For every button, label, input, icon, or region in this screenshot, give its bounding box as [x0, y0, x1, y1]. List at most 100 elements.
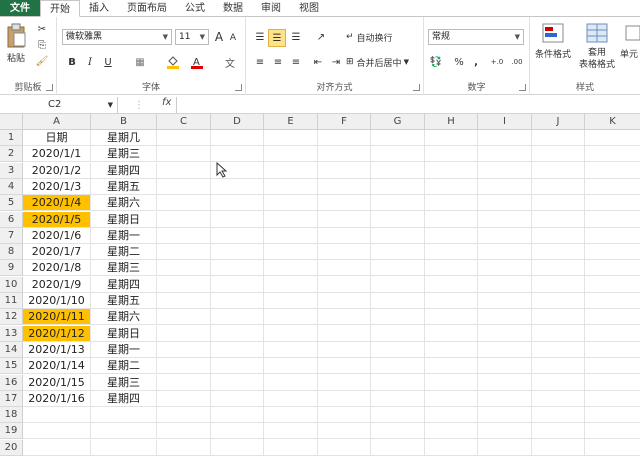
align-top-icon[interactable]: ☰ [252, 29, 268, 45]
cell-weekday[interactable]: 星期二 [91, 244, 157, 261]
column-header-b[interactable]: B [91, 114, 157, 130]
row-header[interactable]: 13 [0, 325, 23, 342]
row-header[interactable]: 11 [0, 293, 23, 309]
font-color-icon[interactable]: A [189, 55, 205, 69]
decrease-indent-icon[interactable]: ⇤ [310, 55, 326, 69]
row-header[interactable]: 20 [0, 439, 23, 456]
copy-icon[interactable]: ⎘ [35, 39, 49, 51]
cell-weekday[interactable]: 星期二 [91, 358, 157, 375]
row-header[interactable]: 2 [0, 146, 23, 163]
row-header[interactable]: 10 [0, 276, 23, 293]
tab-4[interactable]: 公式 [176, 0, 214, 16]
cell-date[interactable]: 2020/1/8 [23, 260, 91, 277]
fill-color-icon[interactable] [165, 55, 181, 69]
cell-date[interactable]: 2020/1/15 [23, 374, 91, 391]
row-header[interactable]: 15 [0, 358, 23, 375]
row-header[interactable]: 5 [0, 195, 23, 212]
alignment-expand-icon[interactable] [413, 84, 420, 91]
cell-weekday[interactable]: 星期三 [91, 146, 157, 163]
font-name-select[interactable]: 微软雅黑 ▼ [62, 29, 172, 45]
tab-7[interactable]: 视图 [290, 0, 328, 16]
row-header[interactable]: 3 [0, 162, 23, 179]
cell-weekday[interactable] [91, 423, 157, 440]
decrease-decimal-button[interactable]: .00 [508, 55, 526, 69]
cell-date[interactable]: 2020/1/11 [23, 309, 91, 326]
column-header-h[interactable]: H [425, 114, 478, 130]
cell-weekday[interactable]: 星期日 [91, 325, 157, 342]
number-expand-icon[interactable] [519, 84, 526, 91]
cell-weekday[interactable]: 星期三 [91, 260, 157, 277]
tab-0[interactable]: 文件 [0, 0, 40, 16]
row-header[interactable]: 16 [0, 374, 23, 391]
number-format-select[interactable]: 常规 ▼ [428, 29, 524, 45]
row-header[interactable]: 9 [0, 260, 23, 277]
cell-weekday[interactable]: 星期日 [91, 211, 157, 228]
orientation-icon[interactable]: ↗ [312, 29, 330, 45]
cell-weekday[interactable]: 星期四 [91, 162, 157, 179]
tab-2[interactable]: 插入 [80, 0, 118, 16]
select-all-corner[interactable] [0, 114, 23, 130]
tab-5[interactable]: 数据 [214, 0, 252, 16]
row-header[interactable]: 18 [0, 407, 23, 424]
formula-input[interactable] [176, 97, 640, 113]
tab-1[interactable]: 开始 [40, 0, 80, 17]
cell-styles-icon[interactable] [624, 21, 640, 45]
column-header-i[interactable]: I [478, 114, 532, 130]
phonetic-icon[interactable]: 文 [221, 55, 239, 70]
align-middle-icon[interactable]: ☰ [268, 29, 286, 47]
format-table-icon[interactable] [582, 21, 612, 45]
currency-icon[interactable]: 💱 [428, 55, 444, 69]
shrink-font-button[interactable]: A [227, 31, 239, 45]
cell-date[interactable]: 2020/1/7 [23, 244, 91, 261]
cut-icon[interactable]: ✂ [35, 23, 49, 35]
cell-styles-button[interactable]: 单元 [620, 47, 640, 60]
font-expand-icon[interactable] [235, 84, 242, 91]
tab-6[interactable]: 审阅 [252, 0, 290, 16]
cell-date[interactable] [23, 423, 91, 440]
cell-date[interactable]: 2020/1/4 [23, 195, 91, 212]
cell-date[interactable]: 2020/1/2 [23, 162, 91, 179]
cell-date[interactable]: 2020/1/16 [23, 390, 91, 407]
cell-date[interactable] [23, 439, 91, 456]
row-header[interactable]: 1 [0, 130, 23, 146]
grow-font-button[interactable]: A [213, 29, 225, 45]
paste-label[interactable]: 粘贴 [3, 51, 29, 64]
cell-weekday[interactable]: 星期三 [91, 374, 157, 391]
increase-indent-icon[interactable]: ⇥ [328, 55, 344, 69]
cell-date[interactable]: 2020/1/13 [23, 341, 91, 358]
cell-weekday[interactable]: 星期五 [91, 293, 157, 309]
align-left-icon[interactable]: ≡ [252, 55, 268, 69]
format-painter-icon[interactable]: 🖌 [35, 55, 49, 67]
cell-weekday[interactable]: 星期六 [91, 195, 157, 212]
cell-date[interactable]: 2020/1/10 [23, 293, 91, 309]
cell-weekday[interactable]: 星期六 [91, 309, 157, 326]
cell-date[interactable]: 2020/1/5 [23, 211, 91, 228]
cell-weekday[interactable]: 星期五 [91, 178, 157, 195]
align-center-icon[interactable]: ≡ [270, 55, 286, 69]
conditional-format-icon[interactable] [538, 21, 568, 45]
name-box[interactable]: C2 ▼ [0, 97, 118, 113]
bold-button[interactable]: B [65, 55, 79, 69]
cell-weekday[interactable]: 星期四 [91, 390, 157, 407]
row-header[interactable]: 8 [0, 244, 23, 261]
cell-date[interactable]: 2020/1/6 [23, 227, 91, 244]
row-header[interactable]: 7 [0, 227, 23, 244]
cell-weekday[interactable] [91, 439, 157, 456]
cell-weekday[interactable]: 星期一 [91, 227, 157, 244]
percent-button[interactable]: % [452, 55, 466, 69]
row-header[interactable]: 17 [0, 390, 23, 407]
column-header-g[interactable]: G [371, 114, 425, 130]
increase-decimal-button[interactable]: +.0 [488, 55, 506, 69]
cell-date[interactable] [23, 407, 91, 424]
column-header-k[interactable]: K [585, 114, 640, 130]
paste-button[interactable] [3, 21, 29, 51]
clipboard-expand-icon[interactable] [46, 84, 53, 91]
cell-weekday[interactable]: 星期几 [91, 130, 157, 146]
tab-3[interactable]: 页面布局 [118, 0, 176, 16]
cell-weekday[interactable] [91, 407, 157, 424]
row-header[interactable]: 4 [0, 178, 23, 195]
align-right-icon[interactable]: ≡ [288, 55, 304, 69]
cell-date[interactable]: 2020/1/12 [23, 325, 91, 342]
row-header[interactable]: 14 [0, 341, 23, 358]
column-header-f[interactable]: F [318, 114, 371, 130]
